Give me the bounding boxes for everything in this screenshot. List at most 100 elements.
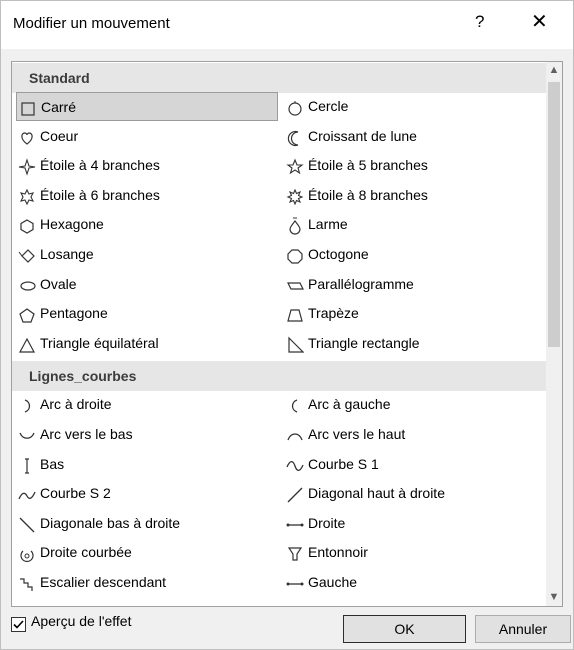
vertical-scrollbar[interactable]: ▲ ▼ (546, 62, 562, 606)
scroll-thumb[interactable] (548, 82, 560, 347)
line-left-icon (286, 574, 304, 592)
list-item-label: Octogone (308, 246, 369, 262)
list-item[interactable]: Ovale (16, 270, 278, 299)
list-item-label: Arc à droite (40, 396, 112, 413)
close-button[interactable]: ✕ (531, 9, 548, 34)
list-item[interactable]: Étoile à 5 branches (284, 151, 544, 180)
dialog-title: Modifier un mouvement (13, 15, 170, 32)
list-item[interactable]: Cercle (284, 92, 544, 121)
circle-icon (286, 98, 304, 116)
list-item[interactable]: Bas (16, 450, 278, 479)
stairs-down-icon (18, 574, 36, 592)
group-header: Standard (12, 63, 547, 93)
list-item[interactable]: Courbe S 2 (16, 479, 278, 508)
list-item[interactable]: Escalier descendant (16, 568, 278, 597)
list-item[interactable]: Trapèze (284, 299, 544, 328)
list-item-label: Diagonal haut à droite (308, 485, 445, 502)
help-button[interactable]: ? (475, 12, 484, 32)
list-item[interactable]: Gauche (284, 568, 544, 597)
list-item[interactable]: Parallélogramme (284, 270, 544, 299)
list-item-label: Cercle (308, 98, 349, 114)
list-item[interactable]: Triangle équilatéral (16, 329, 278, 358)
scroll-down-icon[interactable]: ▼ (546, 589, 562, 606)
line-down-icon (18, 456, 36, 474)
list-item-label: Croissant de lune (308, 127, 417, 144)
list-item[interactable]: Arc à gauche (284, 390, 544, 419)
funnel-icon (286, 544, 304, 562)
list-item-label: Losange (40, 246, 94, 262)
list-item-label: Triangle rectangle (308, 334, 420, 351)
list-item[interactable]: Croissant de lune (284, 122, 544, 151)
list-item[interactable]: Courbe S 1 (284, 450, 544, 479)
list-item-label: Droite courbée (40, 544, 132, 561)
list-item[interactable]: Arc vers le bas (16, 420, 278, 449)
triangle-icon (18, 335, 36, 353)
trapezoid-icon (286, 305, 304, 323)
list-item[interactable]: Arc à droite (16, 390, 278, 419)
pentagon-icon (18, 305, 36, 323)
list-item-label: Parallélogramme (308, 275, 414, 292)
list-item[interactable]: Hexagone (16, 210, 278, 239)
list-item-label: Ovale (40, 275, 77, 292)
hexagon-icon (18, 216, 36, 235)
list-item[interactable]: Étoile à 8 branches (284, 181, 544, 210)
list-item-label: Hexagone (40, 216, 104, 233)
list-item-label: Courbe S 2 (40, 485, 111, 502)
list-item[interactable]: Diagonal haut à droite (284, 479, 544, 508)
list-item[interactable]: Losange (16, 240, 278, 269)
star6-icon (18, 187, 36, 206)
parallelogram-icon (286, 276, 304, 294)
list-item-label: Arc vers le bas (40, 426, 133, 442)
list-item-label: Arc à gauche (308, 396, 391, 413)
list-item[interactable]: Triangle rectangle (284, 329, 544, 358)
title-bar: Modifier un mouvement ? ✕ (1, 1, 573, 49)
effects-listbox[interactable]: Standard Carré Cercle Coeur Croissant de lun… (11, 61, 563, 607)
list-item-label: Entonnoir (308, 544, 368, 561)
list-item-label: Courbe S 1 (308, 455, 379, 472)
diag-down-right-icon (18, 515, 36, 533)
list-item-label: Étoile à 6 branches (40, 186, 160, 203)
s-curve1-icon (286, 456, 304, 474)
oval-icon (18, 276, 36, 294)
list-item[interactable]: Pentagone (16, 299, 278, 328)
diamond-icon (18, 246, 36, 264)
list-item-label: Larme (308, 216, 348, 233)
list-item[interactable]: Droite courbée (16, 538, 278, 567)
list-item-label: Arc vers le haut (308, 426, 406, 442)
list-item-label: Escalier descendant (40, 574, 167, 590)
preview-checkbox[interactable] (11, 617, 26, 632)
list-item[interactable]: Droite (284, 509, 544, 538)
list-item-label: Trapèze (308, 305, 359, 322)
list-item[interactable]: Octogone (284, 240, 544, 269)
list-item[interactable]: Larme (284, 210, 544, 239)
scroll-up-icon[interactable]: ▲ (546, 62, 562, 79)
list-item[interactable]: Étoile à 4 branches (16, 151, 278, 180)
checkmark-icon (13, 620, 24, 629)
preview-checkbox-label[interactable]: Aperçu de l'effet (31, 613, 131, 629)
dialog: Modifier un mouvement ? ✕ Standard Carré C… (0, 0, 574, 650)
list-item[interactable]: Diagonale bas à droite (16, 509, 278, 538)
footer: Aperçu de l'effet OK Annuler (1, 607, 573, 649)
list-item[interactable]: Carré (16, 92, 278, 121)
line-right-icon (286, 515, 304, 533)
arc-down-icon (18, 426, 36, 444)
right-triangle-icon (286, 335, 305, 353)
ok-button[interactable]: OK (343, 615, 466, 643)
star8-icon (286, 187, 304, 206)
list-item[interactable]: Étoile à 6 branches (16, 181, 278, 210)
list-item-label: Triangle équilatéral (40, 334, 159, 351)
crescent-icon (286, 128, 304, 146)
list-item-label: Pentagone (40, 305, 108, 322)
heart-icon (18, 128, 36, 146)
list-item-label: Étoile à 5 branches (308, 157, 428, 174)
group-header: Lignes_courbes (12, 361, 547, 392)
curved-right-icon (18, 544, 36, 563)
list-item[interactable]: Coeur (16, 122, 278, 151)
list-item[interactable]: Arc vers le haut (284, 420, 544, 449)
list-item[interactable]: Entonnoir (284, 538, 544, 567)
list-item-label: Diagonale bas à droite (40, 514, 181, 531)
list-item-label: Gauche (308, 574, 358, 590)
cancel-button[interactable]: Annuler (475, 615, 571, 643)
list-item-label: Bas (40, 455, 65, 472)
square-icon (19, 99, 37, 117)
